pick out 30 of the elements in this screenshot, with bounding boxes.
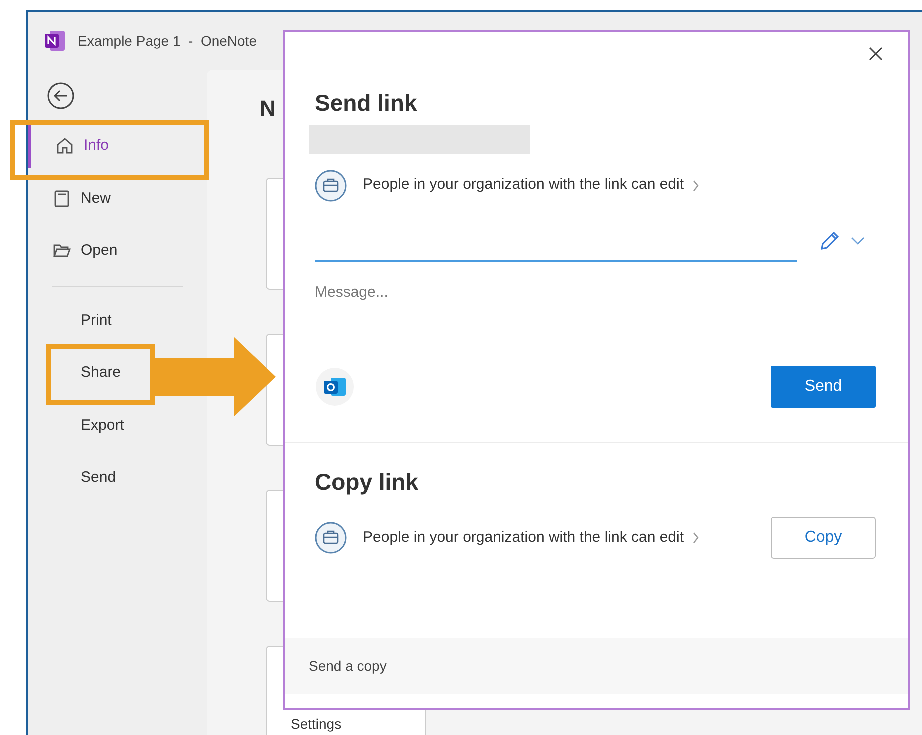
permission-link[interactable]: People in your organization with the link can edit <box>363 526 700 550</box>
chevron-right-icon <box>692 532 700 544</box>
briefcase-icon <box>315 170 347 202</box>
send-copy-button[interactable]: Send a copy <box>309 656 387 676</box>
sidebar-item[interactable]: Share <box>28 351 148 396</box>
home-icon <box>55 136 75 156</box>
settings-label: Settings <box>291 716 342 732</box>
window-title: Example Page 1 - OneNote <box>78 32 257 51</box>
copy-button[interactable]: Copy <box>771 517 876 559</box>
chevron-right-icon <box>692 180 700 192</box>
mail-app-icon[interactable] <box>315 366 355 406</box>
page-heading: N <box>260 95 276 123</box>
back-icon[interactable] <box>47 82 75 110</box>
app-logo-icon <box>44 30 66 52</box>
section-title: Copy link <box>315 468 420 497</box>
sidebar-item[interactable]: Send <box>28 456 148 500</box>
sidebar-item[interactable]: Export <box>28 404 148 448</box>
page-icon <box>52 188 72 209</box>
sidebar-item[interactable]: Info <box>28 124 148 168</box>
pencil-icon <box>819 230 841 252</box>
chevron-down-icon <box>851 236 865 244</box>
sidebar-item[interactable]: Print <box>28 298 148 343</box>
sidebar-item[interactable]: Open <box>28 229 148 274</box>
message-field[interactable]: Message... <box>315 282 878 352</box>
send-button[interactable]: Send <box>771 366 876 408</box>
sidebar-item[interactable]: New <box>28 176 148 221</box>
close-icon <box>869 47 883 61</box>
briefcase-icon <box>315 522 347 554</box>
section-title: Send link <box>315 89 418 118</box>
permission-link[interactable]: People in your organization with the link can edit <box>363 174 700 197</box>
